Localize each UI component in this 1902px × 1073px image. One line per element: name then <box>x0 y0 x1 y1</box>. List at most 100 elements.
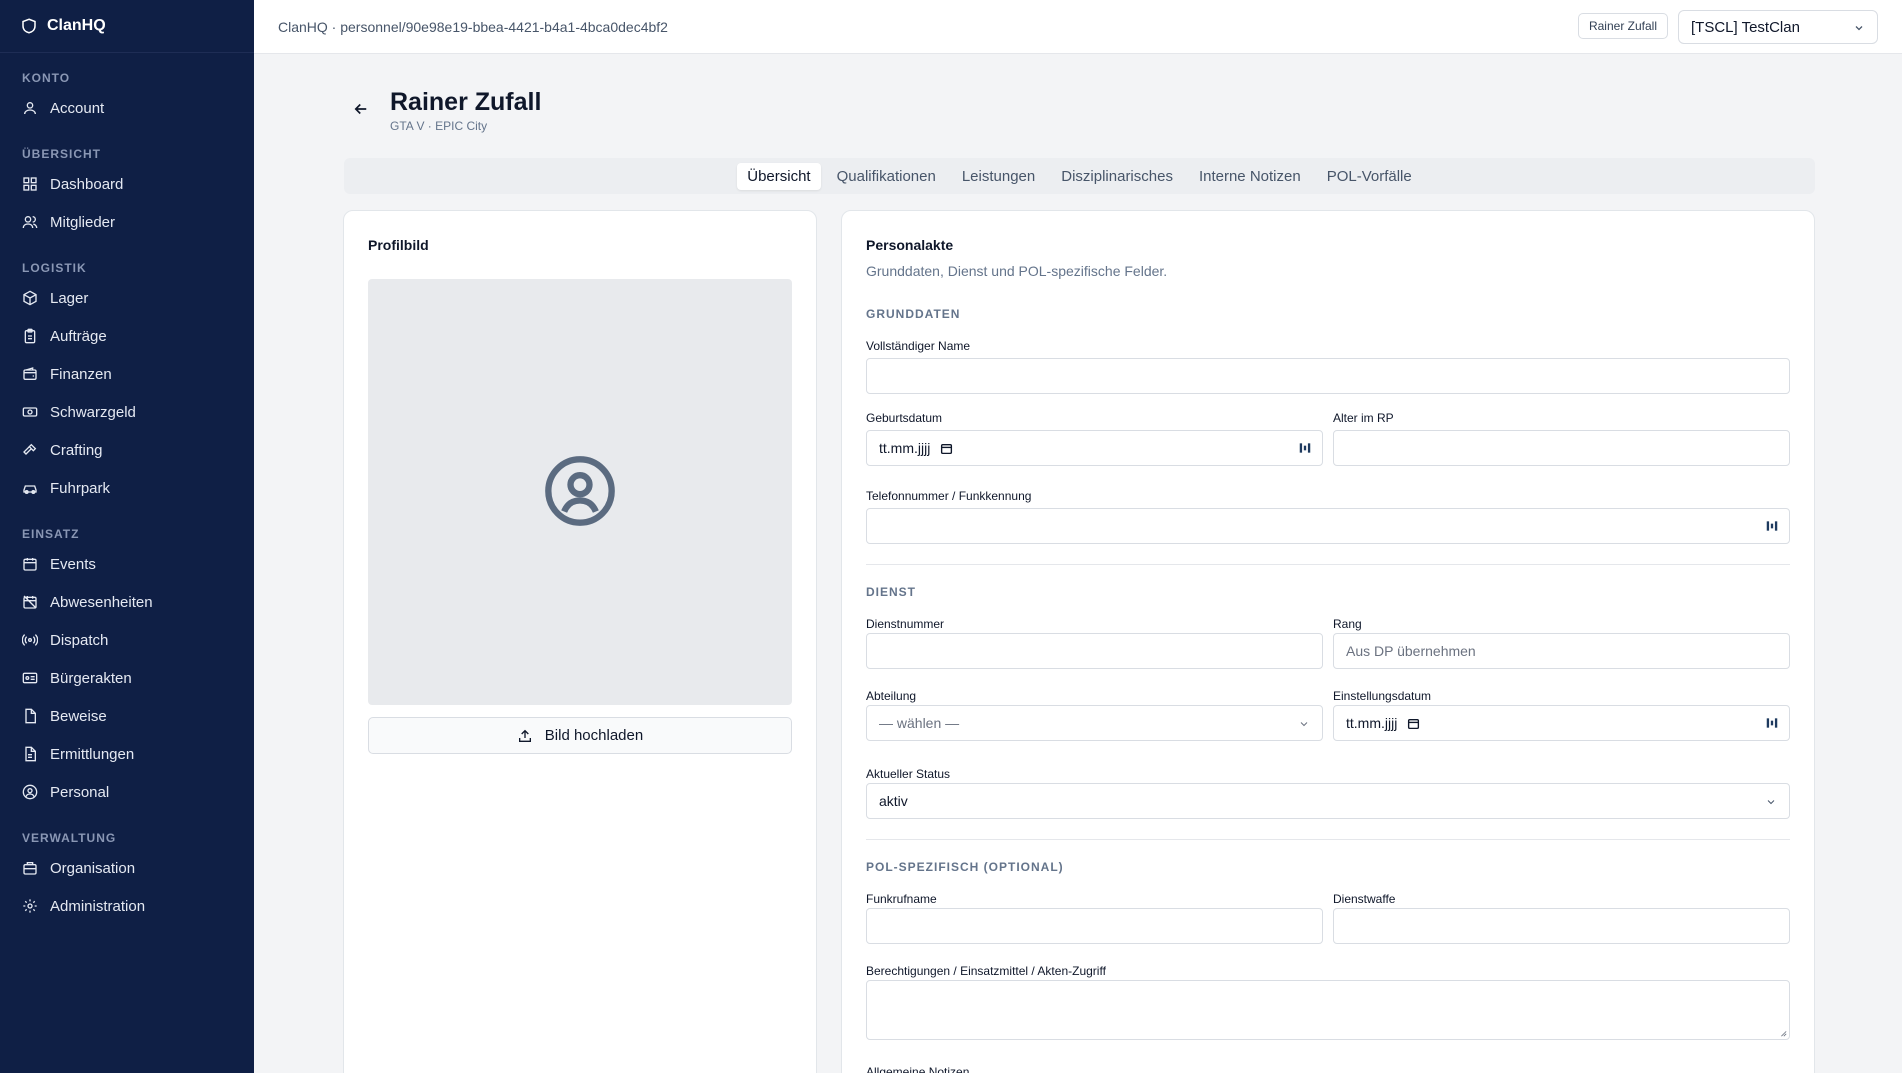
upload-image-button[interactable]: Bild hochladen <box>368 717 792 754</box>
password-manager-icon[interactable] <box>1765 519 1779 533</box>
upload-button-label: Bild hochladen <box>544 727 644 744</box>
hire-date-input[interactable]: tt.mm.jjjj <box>1333 705 1790 741</box>
resize-handle-icon[interactable] <box>1779 1029 1787 1037</box>
section-dienst: DIENST <box>866 585 917 599</box>
permissions-label: Berechtigungen / Einsatzmittel / Akten-Z… <box>866 964 1106 978</box>
nav-section-title: ÜBERSICHT <box>22 147 102 161</box>
sidebar-item-mitglieder[interactable]: Mitglieder <box>0 203 254 241</box>
package-icon <box>23 290 37 306</box>
department-label: Abteilung <box>866 689 917 703</box>
user-chip[interactable]: Rainer Zufall <box>1577 13 1668 39</box>
sidebar-item-crafting[interactable]: Crafting <box>0 431 254 469</box>
sidebar-item-label: Ermittlungen <box>50 745 135 763</box>
status-label: Aktueller Status <box>866 767 951 781</box>
sidebar-item-fuhrpark[interactable]: Fuhrpark <box>0 469 254 507</box>
weapon-input[interactable] <box>1333 908 1790 944</box>
calendar-icon[interactable] <box>940 442 953 455</box>
sidebar-item-dashboard[interactable]: Dashboard <box>0 165 254 203</box>
phone-input[interactable] <box>866 508 1790 544</box>
sidebar-item-label: Events <box>50 555 96 573</box>
sidebar-item-beweise[interactable]: Beweise <box>0 697 254 735</box>
sidebar-item-ermittlungen[interactable]: Ermittlungen <box>0 735 254 773</box>
form-subtitle: Grunddaten, Dienst und POL-spezifische F… <box>866 263 1168 279</box>
radio-icon <box>22 634 38 646</box>
sidebar-item-label: Schwarzgeld <box>50 403 136 421</box>
rank-input[interactable]: Aus DP übernehmen <box>1333 633 1790 669</box>
sidebar-item-personal[interactable]: Personal <box>0 773 254 811</box>
sidebar-item-label: Aufträge <box>50 327 107 345</box>
sidebar-item-finanzen[interactable]: Finanzen <box>0 355 254 393</box>
sidebar-item-auftraege[interactable]: Aufträge <box>0 317 254 355</box>
full-name-input[interactable] <box>866 358 1790 394</box>
birthdate-label: Geburtsdatum <box>866 411 943 425</box>
sidebar-item-lager[interactable]: Lager <box>0 279 254 317</box>
calendar-icon <box>23 558 37 571</box>
clan-select-value: [TSCL] TestClan <box>1691 18 1800 36</box>
user-circle-icon <box>545 456 615 526</box>
tab-pol-vorfaelle[interactable]: POL-Vorfälle <box>1317 163 1422 190</box>
gear-icon <box>23 899 37 913</box>
calendar-icon[interactable] <box>1407 717 1420 730</box>
sidebar-item-label: Abwesenheiten <box>50 593 153 611</box>
personnel-file-card: Personalakte Grunddaten, Dienst und POL-… <box>841 210 1815 1073</box>
brand[interactable]: ClanHQ <box>0 0 254 53</box>
tab-interne-notizen[interactable]: Interne Notizen <box>1189 163 1311 190</box>
permissions-textarea[interactable] <box>866 980 1790 1040</box>
file-icon <box>25 708 36 724</box>
sidebar-item-label: Dispatch <box>50 631 109 649</box>
department-select[interactable]: — wählen — <box>866 705 1323 741</box>
service-number-label: Dienstnummer <box>866 617 945 631</box>
section-pol: POL-SPEZIFISCH (OPTIONAL) <box>866 860 1064 874</box>
birthdate-input[interactable]: tt.mm.jjjj <box>866 430 1323 466</box>
profile-card-title: Profilbild <box>368 237 429 253</box>
sidebar-item-label: Fuhrpark <box>50 479 111 497</box>
sidebar-item-label: Finanzen <box>50 365 112 383</box>
birthdate-value: tt.mm.jjjj <box>879 440 931 456</box>
password-manager-icon[interactable] <box>1298 441 1312 455</box>
department-value: — wählen — <box>879 715 960 731</box>
id-card-icon <box>22 672 38 684</box>
nav-section-logistik: LOGISTIK Lager Aufträge Finanzen Schwarz… <box>0 241 254 507</box>
nav-section-einsatz: EINSATZ Events Abwesenheiten Dispatch Bü… <box>0 507 254 811</box>
building-icon <box>23 862 37 875</box>
nav-section-uebersicht: ÜBERSICHT Dashboard Mitglieder <box>0 127 254 241</box>
callsign-input[interactable] <box>866 908 1323 944</box>
nav-section-title: EINSATZ <box>22 527 80 541</box>
sidebar-item-events[interactable]: Events <box>0 545 254 583</box>
sidebar-item-dispatch[interactable]: Dispatch <box>0 621 254 659</box>
tab-leistungen[interactable]: Leistungen <box>952 163 1045 190</box>
sidebar-item-account[interactable]: Account <box>0 89 254 127</box>
sidebar-item-label: Dashboard <box>50 175 124 193</box>
nav-section-title: VERWALTUNG <box>22 831 117 845</box>
page-title: Rainer Zufall <box>390 88 542 116</box>
users-icon <box>22 216 38 229</box>
status-select[interactable]: aktiv <box>866 783 1790 819</box>
age-rp-input[interactable] <box>1333 430 1790 466</box>
tab-disziplinarisches[interactable]: Disziplinarisches <box>1051 163 1183 190</box>
section-grunddaten: GRUNDDATEN <box>866 307 961 321</box>
callsign-label: Funkrufname <box>866 892 937 906</box>
general-notes-label: Allgemeine Notizen <box>866 1065 970 1073</box>
chevron-down-icon <box>1767 800 1775 805</box>
sidebar-item-schwarzgeld[interactable]: Schwarzgeld <box>0 393 254 431</box>
sidebar-item-label: Account <box>50 99 105 117</box>
page-subtitle: GTA V · EPIC City <box>390 119 488 133</box>
clan-select[interactable]: [TSCL] TestClan <box>1678 10 1878 44</box>
status-value: aktiv <box>879 793 908 809</box>
sidebar-item-organisation[interactable]: Organisation <box>0 849 254 887</box>
banknote-icon <box>22 407 38 417</box>
rank-placeholder: Aus DP übernehmen <box>1346 643 1476 659</box>
password-manager-icon[interactable] <box>1765 716 1779 730</box>
back-arrow-icon[interactable] <box>352 100 370 118</box>
nav-section-konto: KONTO Account <box>0 53 254 127</box>
car-icon <box>23 485 37 494</box>
sidebar-item-administration[interactable]: Administration <box>0 887 254 925</box>
service-number-input[interactable] <box>866 633 1323 669</box>
tab-qualifikationen[interactable]: Qualifikationen <box>827 163 946 190</box>
tab-uebersicht[interactable]: Übersicht <box>737 162 821 190</box>
sidebar-item-buergerakten[interactable]: Bürgerakten <box>0 659 254 697</box>
chevron-down-icon <box>1855 26 1863 31</box>
phone-label: Telefonnummer / Funkkennung <box>866 489 1032 503</box>
chevron-down-icon <box>1300 722 1308 727</box>
sidebar-item-abwesenheiten[interactable]: Abwesenheiten <box>0 583 254 621</box>
